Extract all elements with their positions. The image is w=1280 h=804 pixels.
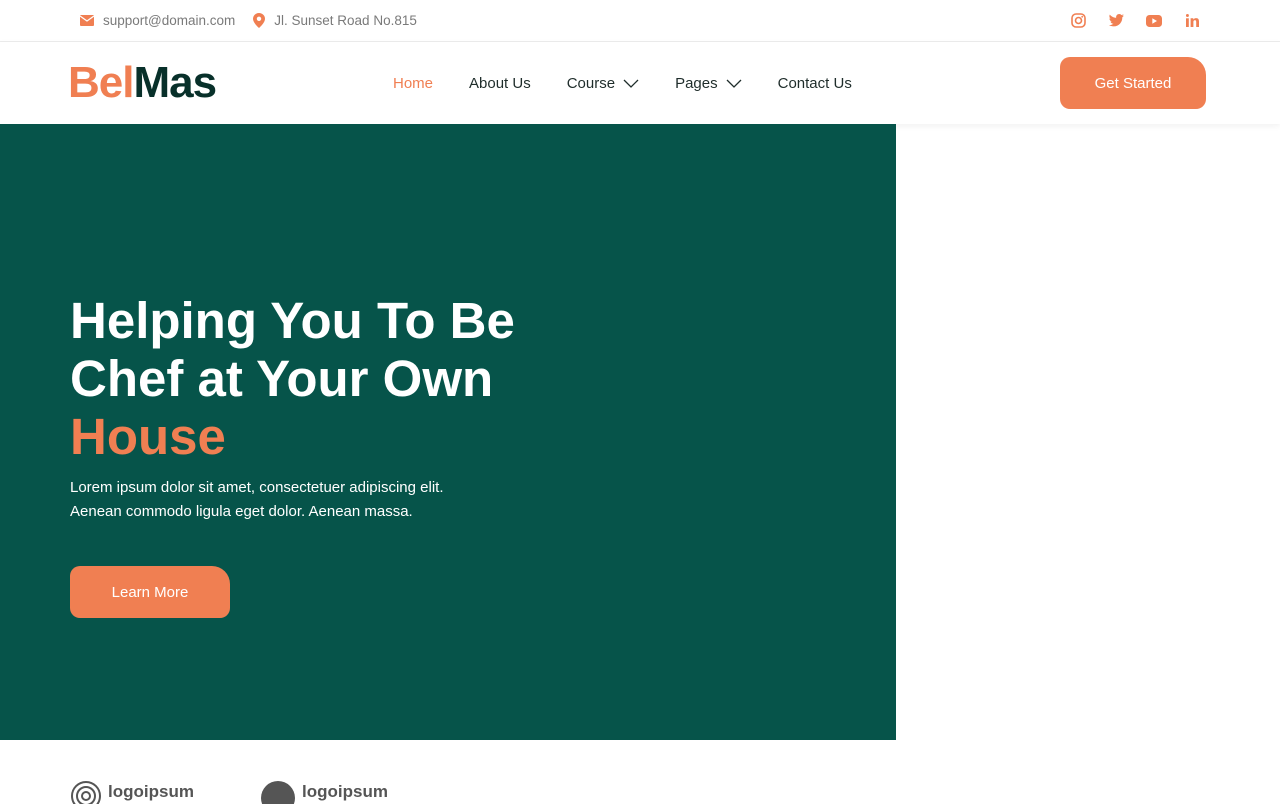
nav-item-home[interactable]: Home	[393, 75, 433, 92]
nav-item-about-us[interactable]: About Us	[469, 75, 531, 92]
instagram-icon[interactable]	[1070, 13, 1086, 29]
hero-title-accent: House	[70, 408, 226, 465]
contact-info: support@domain.com Jl. Sunset Road No.81…	[80, 0, 435, 41]
filled-circle-icon	[261, 781, 295, 804]
partner-logo-2-text: logoipsum	[302, 782, 388, 801]
nav-menu: Home About Us Course Pages Contact Us	[393, 42, 888, 124]
nav-item-pages-label: Pages	[675, 74, 718, 92]
linkedin-icon[interactable]	[1184, 13, 1200, 29]
logo-part-2: Mas	[133, 58, 217, 107]
map-pin-icon	[253, 13, 266, 28]
address-text: Jl. Sunset Road No.815	[274, 13, 417, 28]
nav-item-course-label: Course	[566, 74, 616, 92]
hero-description-line-1: Lorem ipsum dolor sit amet, consectetuer…	[70, 479, 444, 496]
concentric-circles-icon	[71, 781, 101, 804]
email-item[interactable]: support@domain.com	[80, 13, 235, 28]
hero-title-line-1: Helping You To Be	[70, 292, 515, 349]
logo-part-1: Bel	[68, 58, 134, 107]
social-links	[1048, 0, 1200, 41]
hero-description-line-2: Aenean commodo ligula eget dolor. Aenean…	[70, 503, 413, 520]
chevron-down-icon	[726, 79, 742, 88]
chevron-down-icon	[623, 79, 639, 88]
partner-logo-1-text: logoipsum	[108, 782, 194, 801]
nav-item-pages[interactable]: Pages	[675, 75, 742, 92]
partner-logos: logoipsum logoipsum	[0, 740, 1280, 804]
nav-item-course[interactable]: Course	[567, 75, 639, 92]
address-item: Jl. Sunset Road No.815	[253, 13, 417, 28]
twitter-icon[interactable]	[1108, 13, 1124, 29]
hero-section: Helping You To Be Chef at Your Own House…	[0, 124, 896, 740]
youtube-icon[interactable]	[1146, 13, 1162, 29]
site-logo[interactable]: BelMas	[68, 58, 217, 108]
top-bar: support@domain.com Jl. Sunset Road No.81…	[0, 0, 1280, 42]
main-navbar: BelMas Home About Us Course Pages Contac…	[0, 42, 1280, 124]
partner-logo-2: logoipsum	[260, 780, 388, 804]
nav-item-contact-us[interactable]: Contact Us	[778, 75, 852, 92]
hero-title: Helping You To Be Chef at Your Own House	[70, 292, 590, 466]
hero-description: Lorem ipsum dolor sit amet, consectetuer…	[70, 476, 530, 524]
get-started-button[interactable]: Get Started	[1060, 57, 1206, 109]
email-text: support@domain.com	[103, 13, 236, 28]
envelope-icon	[80, 15, 94, 26]
hero-title-line-2: Chef at Your Own	[70, 350, 494, 407]
partner-logo-1: logoipsum	[70, 780, 194, 804]
learn-more-button[interactable]: Learn More	[70, 566, 230, 618]
